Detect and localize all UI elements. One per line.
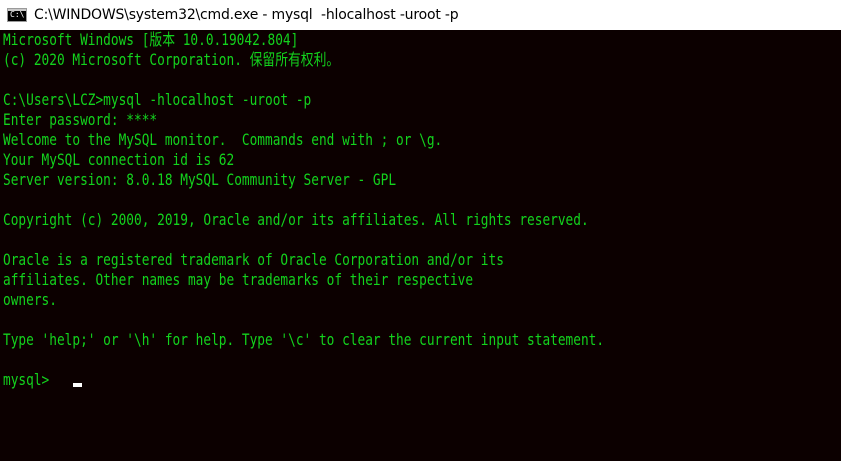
console-line: affiliates. Other names may be trademark… <box>3 270 474 289</box>
console-line: Oracle is a registered trademark of Orac… <box>3 250 504 269</box>
console-output-area[interactable]: Microsoft Windows [版本 10.0.19042.804] (c… <box>0 30 841 461</box>
window-title: C:\WINDOWS\system32\cmd.exe - mysql -hlo… <box>34 7 459 23</box>
title-bar[interactable]: C:\ C:\WINDOWS\system32\cmd.exe - mysql … <box>0 0 841 30</box>
console-line: (c) 2020 Microsoft Corporation. 保留所有权利。 <box>3 50 340 69</box>
console-line: Microsoft Windows [版本 10.0.19042.804] <box>3 30 299 49</box>
text-cursor <box>73 383 82 387</box>
console-line: Type 'help;' or '\h' for help. Type '\c'… <box>3 330 605 349</box>
console-line: Server version: 8.0.18 MySQL Community S… <box>3 170 397 189</box>
console-line: Welcome to the MySQL monitor. Commands e… <box>3 130 443 149</box>
mysql-prompt: mysql> <box>3 370 57 389</box>
console-line: Copyright (c) 2000, 2019, Oracle and/or … <box>3 210 589 229</box>
cmd-console-icon[interactable]: C:\ <box>7 8 27 22</box>
console-line: Your MySQL connection id is 62 <box>3 150 235 169</box>
console-lines: Microsoft Windows [版本 10.0.19042.804] (c… <box>3 30 754 350</box>
console-line: owners. <box>3 290 57 309</box>
mysql-prompt-line[interactable]: mysql> <box>3 370 82 390</box>
console-line: C:\Users\LCZ>mysql -hlocalhost -uroot -p <box>3 90 312 109</box>
cmd-window: C:\ C:\WINDOWS\system32\cmd.exe - mysql … <box>0 0 841 461</box>
console-line: Enter password: **** <box>3 110 158 129</box>
